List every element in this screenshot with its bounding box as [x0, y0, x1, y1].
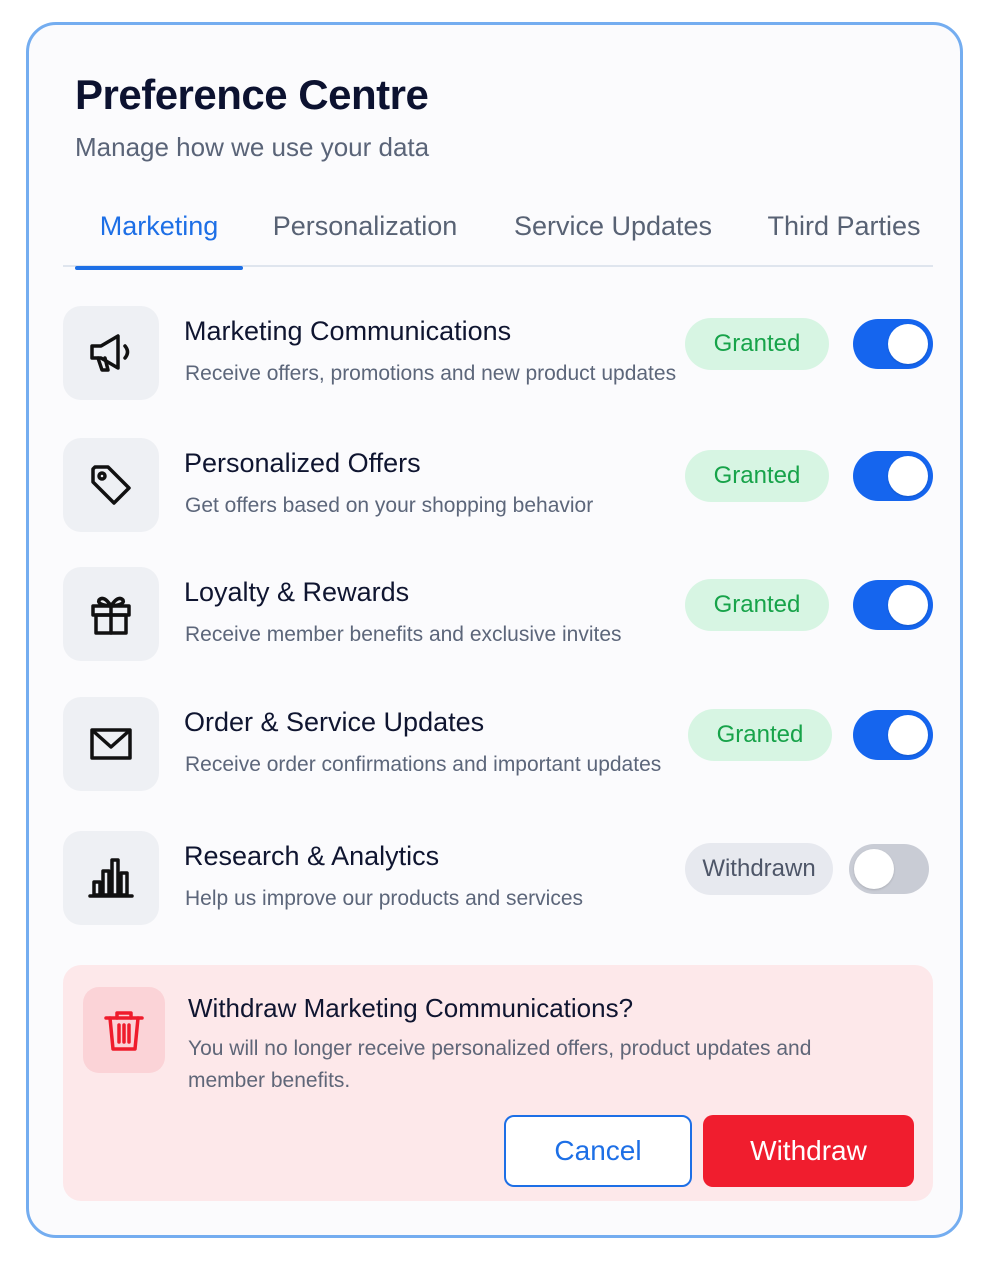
toggle-knob	[888, 715, 928, 755]
tag-icon	[63, 438, 159, 532]
preference-title: Order & Service Updates	[184, 707, 485, 737]
tab-service-updates[interactable]: Service Updates	[509, 195, 717, 267]
tab-personalization[interactable]: Personalization	[271, 195, 459, 267]
status-badge: Granted	[685, 450, 829, 502]
preference-row-marketing-communications: Marketing Communications Receive offers,…	[63, 306, 933, 402]
preference-centre-dialog: Preference Centre Manage how we use your…	[26, 22, 963, 1238]
toggle-knob	[888, 324, 928, 364]
preference-row-order-service-updates: Order & Service Updates Receive order co…	[63, 697, 933, 793]
confirm-title: Withdraw Marketing Communications?	[188, 993, 634, 1023]
tab-bar: Marketing Personalization Service Update…	[63, 195, 933, 270]
withdraw-button[interactable]: Withdraw	[703, 1115, 914, 1187]
consent-toggle[interactable]	[853, 319, 933, 369]
preference-description: Receive offers, promotions and new produ…	[185, 362, 677, 385]
withdraw-confirmation-panel: Withdraw Marketing Communications? You w…	[63, 965, 933, 1201]
consent-toggle[interactable]	[853, 710, 933, 760]
trash-icon	[83, 987, 165, 1073]
toggle-knob	[888, 585, 928, 625]
consent-toggle[interactable]	[849, 844, 929, 894]
megaphone-icon	[63, 306, 159, 400]
consent-toggle[interactable]	[853, 451, 933, 501]
preference-row-personalized-offers: Personalized Offers Get offers based on …	[63, 438, 933, 534]
tab-third-parties[interactable]: Third Parties	[765, 195, 923, 267]
preference-title: Personalized Offers	[184, 448, 421, 478]
page-title: Preference Centre	[75, 71, 429, 118]
preference-title: Research & Analytics	[184, 841, 440, 871]
toggle-knob	[888, 456, 928, 496]
preference-row-research-analytics: Research & Analytics Help us improve our…	[63, 831, 933, 927]
status-badge: Granted	[685, 579, 829, 631]
mail-icon	[63, 697, 159, 791]
preference-description: Get offers based on your shopping behavi…	[185, 494, 594, 517]
preference-description: Receive order confirmations and importan…	[185, 753, 662, 776]
status-badge: Granted	[688, 709, 832, 761]
bar-chart-icon	[63, 831, 159, 925]
toggle-knob	[854, 849, 894, 889]
confirm-description: You will no longer receive personalized …	[188, 1037, 812, 1092]
cancel-button[interactable]: Cancel	[504, 1115, 692, 1187]
status-badge: Granted	[685, 318, 829, 370]
preference-row-loyalty-rewards: Loyalty & Rewards Receive member benefit…	[63, 567, 933, 663]
gift-icon	[63, 567, 159, 661]
tab-marketing[interactable]: Marketing	[75, 195, 243, 270]
preference-description: Receive member benefits and exclusive in…	[185, 623, 622, 646]
status-badge: Withdrawn	[685, 843, 833, 895]
preference-title: Marketing Communications	[184, 316, 512, 346]
consent-toggle[interactable]	[853, 580, 933, 630]
page-subtitle: Manage how we use your data	[75, 132, 430, 162]
preference-title: Loyalty & Rewards	[184, 577, 410, 607]
preference-description: Help us improve our products and service…	[185, 887, 584, 910]
